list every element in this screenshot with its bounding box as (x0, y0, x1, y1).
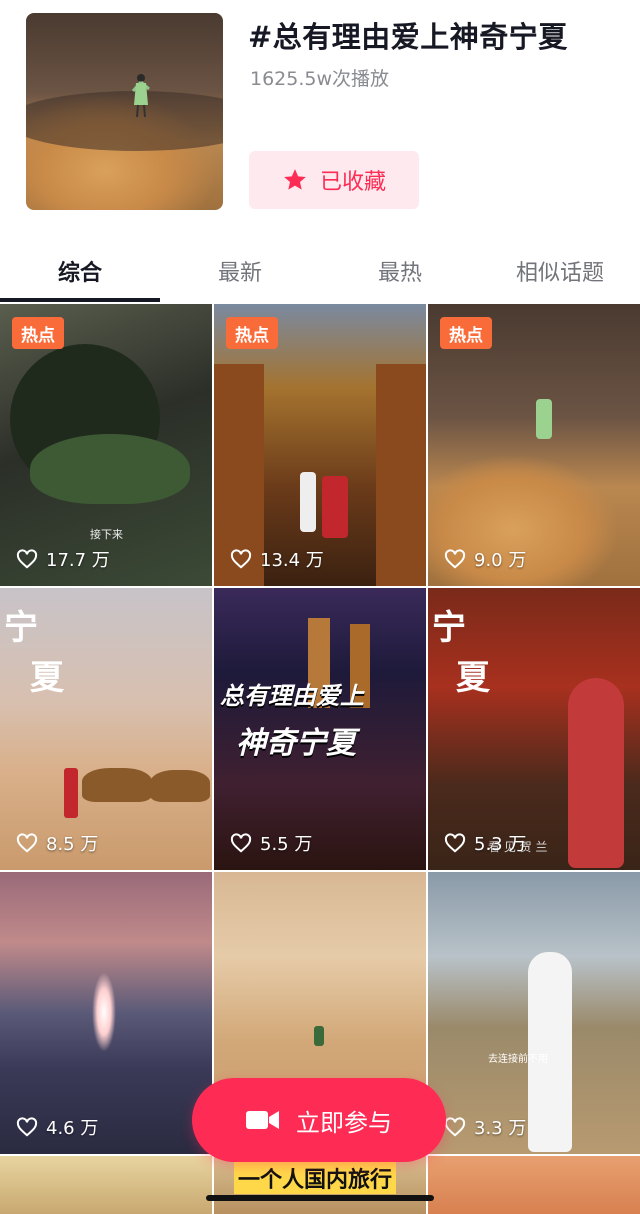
heart-icon (16, 1117, 38, 1137)
overlay-text: 夏 (456, 658, 490, 698)
heart-icon (16, 833, 38, 853)
like-count: 5.5 万 (230, 830, 312, 856)
heart-icon (444, 833, 466, 853)
like-count-text: 8.5 万 (46, 834, 99, 855)
tab-similar-topics[interactable]: 相似话题 (480, 240, 640, 302)
heart-icon (230, 833, 252, 853)
video-card[interactable] (0, 1156, 212, 1214)
overlay-text: 神奇宁夏 (236, 726, 356, 761)
overlay-text: 一个人国内旅行 (234, 1162, 397, 1194)
video-camera-icon (246, 1111, 279, 1129)
heart-icon (230, 549, 252, 569)
video-card[interactable]: 热点 9.0 万 (428, 304, 640, 586)
favorite-button[interactable]: 已收藏 (249, 151, 419, 209)
like-count-text: 5.3 万 (474, 834, 527, 855)
topic-title: #总有理由爱上神奇宁夏 (248, 20, 568, 54)
home-indicator (206, 1195, 434, 1201)
like-count: 13.4 万 (230, 546, 324, 572)
video-card[interactable]: 宁 夏 8.5 万 (0, 588, 212, 870)
like-count: 17.7 万 (16, 546, 110, 572)
video-caption: 去连接前不用 (488, 1054, 548, 1065)
like-count: 9.0 万 (444, 546, 526, 572)
heart-icon (444, 549, 466, 569)
tab-hottest[interactable]: 最热 (320, 240, 480, 302)
overlay-text: 总有理由爱上 (220, 682, 364, 710)
overlay-text: 宁 (4, 608, 38, 648)
heart-icon (16, 549, 38, 569)
play-count: 1625.5w次播放 (250, 68, 390, 90)
video-card[interactable]: 热点 13.4 万 (214, 304, 426, 586)
favorite-label: 已收藏 (319, 170, 386, 195)
like-count-text: 9.0 万 (474, 550, 527, 571)
video-card[interactable]: 一个人国内旅行 (214, 1156, 426, 1214)
heart-icon (444, 1117, 466, 1137)
like-count: 5.3 万 (444, 830, 526, 856)
video-card[interactable]: 4.6 万 (0, 872, 212, 1154)
hot-badge: 热点 (226, 317, 278, 349)
tab-latest[interactable]: 最新 (160, 240, 320, 302)
tab-bar: 综合 最新 最热 相似话题 (0, 240, 640, 302)
participate-label: 立即参与 (296, 1108, 392, 1137)
video-card[interactable]: 热点 接下来 17.7 万 (0, 304, 212, 586)
cover-person-figure (131, 74, 150, 117)
tab-comprehensive[interactable]: 综合 (0, 240, 160, 302)
video-card[interactable] (428, 1156, 640, 1214)
video-card[interactable]: 总有理由爱上 神奇宁夏 5.5 万 (214, 588, 426, 870)
topic-cover-image (26, 13, 223, 210)
like-count-text: 3.3 万 (474, 1118, 527, 1139)
overlay-text: 夏 (30, 658, 64, 698)
like-count-text: 4.6 万 (46, 1118, 99, 1139)
video-card[interactable]: 宁 夏 看 见 贺 兰 5.3 万 (428, 588, 640, 870)
topic-header: #总有理由爱上神奇宁夏 1625.5w次播放 已收藏 (0, 0, 640, 232)
hot-badge: 热点 (12, 317, 64, 349)
like-count-text: 17.7 万 (46, 550, 110, 571)
like-count: 8.5 万 (16, 830, 98, 856)
like-count: 3.3 万 (444, 1114, 526, 1140)
hot-badge: 热点 (440, 317, 492, 349)
star-icon (284, 169, 306, 190)
like-count: 4.6 万 (16, 1114, 98, 1140)
video-card[interactable]: 去连接前不用 3.3 万 (428, 872, 640, 1154)
participate-button[interactable]: 立即参与 (192, 1078, 446, 1162)
video-caption: 接下来 (90, 528, 123, 541)
like-count-text: 13.4 万 (260, 550, 324, 571)
overlay-text: 宁 (432, 608, 466, 648)
like-count-text: 5.5 万 (260, 834, 313, 855)
